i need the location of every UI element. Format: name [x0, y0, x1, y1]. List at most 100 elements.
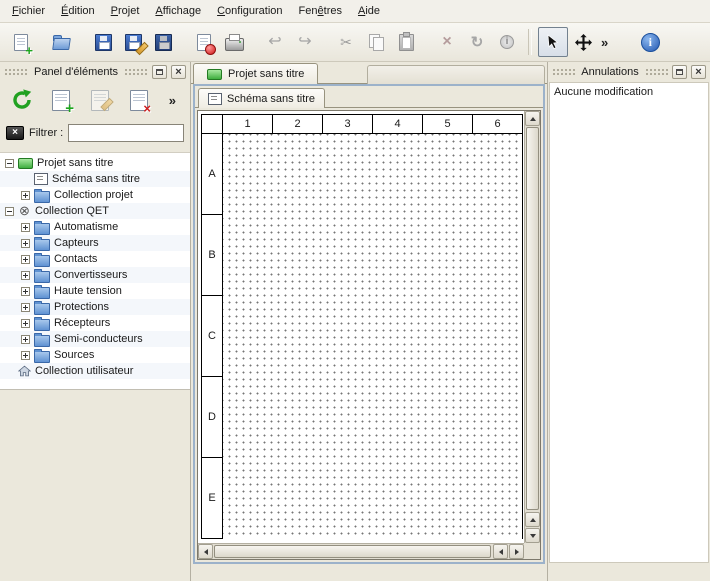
- tree-item-schema[interactable]: Schéma sans titre: [0, 171, 190, 187]
- tree-item-haute-tension[interactable]: Haute tension: [0, 283, 190, 299]
- expand-icon[interactable]: [21, 303, 30, 312]
- save-as-button[interactable]: [118, 27, 148, 57]
- menu-item-aide[interactable]: Aide: [350, 2, 388, 20]
- scroll-up-button[interactable]: [525, 111, 540, 126]
- paste-button[interactable]: [391, 27, 421, 57]
- expand-icon[interactable]: [21, 191, 30, 200]
- scroll-left-button[interactable]: [198, 544, 213, 559]
- redo-button[interactable]: ↪: [290, 27, 320, 57]
- menu-item-fenetres[interactable]: Fenêtres: [291, 2, 350, 20]
- tree-item-label: Récepteurs: [54, 317, 110, 329]
- tree-item-contacts[interactable]: Contacts: [0, 251, 190, 267]
- tree-item-recepteurs[interactable]: Récepteurs: [0, 315, 190, 331]
- cut-button[interactable]: ✂: [331, 27, 361, 57]
- dock-handle-texture: [552, 68, 575, 76]
- plus-badge-icon: +: [25, 46, 33, 56]
- menu-item-edition[interactable]: Édition: [53, 2, 103, 20]
- refresh-icon: [11, 89, 33, 111]
- expand-icon[interactable]: [21, 255, 30, 264]
- collapse-icon[interactable]: [5, 159, 14, 168]
- undo-history-list[interactable]: Aucune modification: [549, 82, 709, 563]
- tree-item-label: Sources: [54, 349, 94, 361]
- undo-button[interactable]: ↩: [260, 27, 290, 57]
- toolbar-overflow-chevron[interactable]: »: [598, 35, 611, 50]
- panel-toolbar-overflow-chevron[interactable]: »: [166, 93, 179, 108]
- edit-element-button[interactable]: [87, 87, 113, 113]
- scroll-right-button[interactable]: [509, 544, 524, 559]
- menu-item-fichier[interactable]: Fichier: [4, 2, 53, 20]
- collapse-icon[interactable]: [5, 207, 14, 216]
- dock-handle-texture: [645, 68, 668, 76]
- copy-button[interactable]: [361, 27, 391, 57]
- scroll-up-button[interactable]: [525, 512, 540, 527]
- expand-icon[interactable]: [21, 223, 30, 232]
- float-dock-button[interactable]: [152, 65, 167, 79]
- new-project-button[interactable]: +: [6, 27, 36, 57]
- tree-item-protections[interactable]: Protections: [0, 299, 190, 315]
- diagram-view: 1 2 3 4 5 6 A B C D E: [197, 110, 541, 560]
- undo-dock-titlebar[interactable]: Annulations ×: [548, 62, 710, 82]
- elements-tree[interactable]: Projet sans titre Schéma sans titre Coll…: [0, 152, 190, 390]
- reload-collections-button[interactable]: [9, 87, 35, 113]
- app-window: Fichier Édition Projet Affichage Configu…: [0, 0, 710, 581]
- menu-item-configuration[interactable]: Configuration: [209, 2, 290, 20]
- qet-collection-icon: ⊗: [18, 205, 31, 217]
- schema-icon: [208, 93, 222, 105]
- close-dock-button[interactable]: ×: [171, 65, 186, 79]
- tree-item-automatisme[interactable]: Automatisme: [0, 219, 190, 235]
- new-element-button[interactable]: +: [48, 87, 74, 113]
- tree-item-collection-utilisateur[interactable]: Collection utilisateur: [0, 363, 190, 379]
- expand-icon[interactable]: [21, 351, 30, 360]
- tab-schema[interactable]: Schéma sans titre: [198, 88, 325, 108]
- conductor-properties-button[interactable]: i: [492, 27, 522, 57]
- tree-item-collection-qet[interactable]: ⊗ Collection QET: [0, 203, 190, 219]
- close-icon: ×: [175, 67, 181, 78]
- tree-item-sources[interactable]: Sources: [0, 347, 190, 363]
- menu-item-affichage[interactable]: Affichage: [147, 2, 209, 20]
- save-button[interactable]: [88, 27, 118, 57]
- expand-icon[interactable]: [21, 239, 30, 248]
- float-dock-button[interactable]: [672, 65, 687, 79]
- expand-icon[interactable]: [21, 319, 30, 328]
- column-header: 6: [473, 114, 523, 134]
- open-project-button[interactable]: [47, 27, 77, 57]
- about-button[interactable]: i: [635, 27, 665, 57]
- elements-panel-titlebar[interactable]: Panel d'éléments ×: [0, 62, 190, 82]
- tab-project[interactable]: Projet sans titre: [193, 63, 318, 84]
- expand-icon[interactable]: [21, 335, 30, 344]
- schema-tab-bar: Schéma sans titre: [195, 86, 543, 108]
- scroll-left-button[interactable]: [493, 544, 508, 559]
- row-header: C: [201, 296, 223, 377]
- print-button[interactable]: [219, 27, 249, 57]
- expand-icon[interactable]: [21, 271, 30, 280]
- clear-filter-icon[interactable]: ×: [6, 126, 24, 140]
- pan-mode-button[interactable]: [568, 27, 598, 57]
- tree-item-collection-projet[interactable]: Collection projet: [0, 187, 190, 203]
- tree-item-semi-conducteurs[interactable]: Semi-conducteurs: [0, 331, 190, 347]
- filter-input[interactable]: [68, 124, 184, 142]
- vertical-scrollbar-thumb[interactable]: [526, 127, 539, 510]
- elements-panel-toolbar: + × »: [0, 82, 190, 118]
- folder-icon: [34, 319, 50, 331]
- tree-item-project[interactable]: Projet sans titre: [0, 155, 190, 171]
- vertical-scrollbar[interactable]: [524, 111, 540, 543]
- undo-dock: Annulations × Aucune modification: [547, 62, 710, 581]
- redo-icon: ↪: [298, 34, 311, 50]
- undo-icon: ↩: [268, 34, 281, 50]
- menu-item-projet[interactable]: Projet: [103, 2, 148, 20]
- rotate-button[interactable]: ↻: [462, 27, 492, 57]
- expand-icon[interactable]: [21, 287, 30, 296]
- save-all-button[interactable]: [148, 27, 178, 57]
- delete-button[interactable]: ×: [432, 27, 462, 57]
- delete-element-button[interactable]: ×: [126, 87, 152, 113]
- horizontal-scrollbar[interactable]: [198, 543, 524, 559]
- horizontal-scrollbar-thumb[interactable]: [214, 545, 491, 558]
- selection-mode-button[interactable]: [538, 27, 568, 57]
- tree-item-capteurs[interactable]: Capteurs: [0, 235, 190, 251]
- close-dock-button[interactable]: ×: [691, 65, 706, 79]
- close-file-button[interactable]: [189, 27, 219, 57]
- scroll-down-button[interactable]: [525, 528, 540, 543]
- row-header: B: [201, 215, 223, 296]
- diagram-canvas[interactable]: [223, 134, 523, 539]
- tree-item-convertisseurs[interactable]: Convertisseurs: [0, 267, 190, 283]
